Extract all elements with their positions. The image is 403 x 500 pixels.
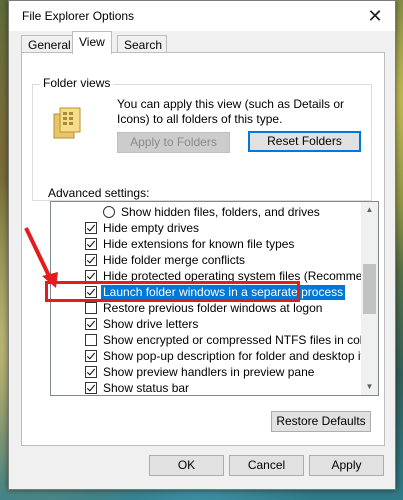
apply-to-folders-button[interactable]: Apply to Folders (117, 132, 230, 153)
folder-view-icon (53, 107, 81, 139)
list-item-label: Restore previous folder windows at logon (103, 301, 323, 315)
list-item[interactable]: Hide empty drives (51, 221, 361, 237)
folder-views-label: Folder views (40, 76, 114, 90)
checkbox[interactable] (85, 254, 97, 266)
advanced-settings-label: Advanced settings: (48, 186, 150, 200)
list-item[interactable]: Show preview handlers in preview pane (51, 365, 361, 381)
list-item-label: Hide protected operating system files (R… (103, 269, 379, 283)
list-item-label: Show encrypted or compressed NTFS files … (103, 333, 374, 347)
file-explorer-options-dialog: File Explorer Options ✕ General View Sea… (8, 0, 396, 490)
list-item-label: Show status bar (103, 381, 190, 395)
advanced-settings-list: Show hidden files, folders, and drives H… (50, 201, 379, 396)
list-item-label: Launch folder windows in a separate proc… (101, 285, 346, 300)
ok-button[interactable]: OK (149, 455, 224, 476)
list-item[interactable]: Hide extensions for known file types (51, 237, 361, 253)
checkbox[interactable] (85, 382, 97, 394)
title-bar: File Explorer Options ✕ (9, 1, 395, 31)
list-item-label: Show hidden files, folders, and drives (121, 205, 320, 219)
checkbox[interactable] (85, 334, 97, 346)
list-item-label: Hide empty drives (103, 221, 200, 235)
checkbox[interactable] (85, 318, 97, 330)
scrollbar-thumb[interactable] (363, 264, 376, 314)
radio-button[interactable] (103, 206, 115, 218)
tab-view[interactable]: View (72, 31, 112, 54)
scroll-up-icon[interactable]: ▲ (361, 202, 378, 218)
checkbox[interactable] (85, 302, 97, 314)
scroll-down-icon[interactable]: ▼ (361, 379, 378, 395)
apply-button[interactable]: Apply (309, 455, 384, 476)
list-item-label: Hide extensions for known file types (103, 237, 295, 251)
window-title: File Explorer Options (22, 9, 135, 23)
list-item[interactable]: Show drive letters (51, 317, 361, 333)
checkbox[interactable] (85, 238, 97, 250)
checkbox[interactable] (85, 350, 97, 362)
checkbox[interactable] (85, 270, 97, 282)
list-item-selected[interactable]: Launch folder windows in a separate proc… (51, 285, 361, 301)
list-item[interactable]: Show status bar (51, 381, 361, 395)
list-item[interactable]: Restore previous folder windows at logon (51, 301, 361, 317)
list-item[interactable]: Show hidden files, folders, and drives (51, 205, 361, 221)
list-item-label: Show pop-up description for folder and d… (103, 349, 379, 363)
vertical-scrollbar[interactable]: ▲ ▼ (361, 202, 378, 395)
list-item-label: Show preview handlers in preview pane (103, 365, 315, 379)
checkbox[interactable] (85, 286, 97, 298)
list-item[interactable]: Show pop-up description for folder and d… (51, 349, 378, 365)
list-item-label: Show drive letters (103, 317, 199, 331)
checkbox[interactable] (85, 222, 97, 234)
list-item-label: Hide folder merge conflicts (103, 253, 246, 267)
list-item[interactable]: Hide folder merge conflicts (51, 253, 361, 269)
list-item[interactable]: Hide protected operating system files (R… (51, 269, 378, 285)
list-item[interactable]: Show encrypted or compressed NTFS files … (51, 333, 373, 349)
folder-views-description: You can apply this view (such as Details… (117, 97, 345, 126)
checkbox[interactable] (85, 366, 97, 378)
reset-folders-button[interactable]: Reset Folders (248, 131, 361, 152)
view-tab-panel: Folder views You can apply this view (su… (21, 52, 385, 446)
annotation-arrow-icon (24, 227, 58, 288)
restore-defaults-button[interactable]: Restore Defaults (271, 411, 371, 432)
cancel-button[interactable]: Cancel (229, 455, 304, 476)
close-icon[interactable]: ✕ (361, 3, 389, 29)
